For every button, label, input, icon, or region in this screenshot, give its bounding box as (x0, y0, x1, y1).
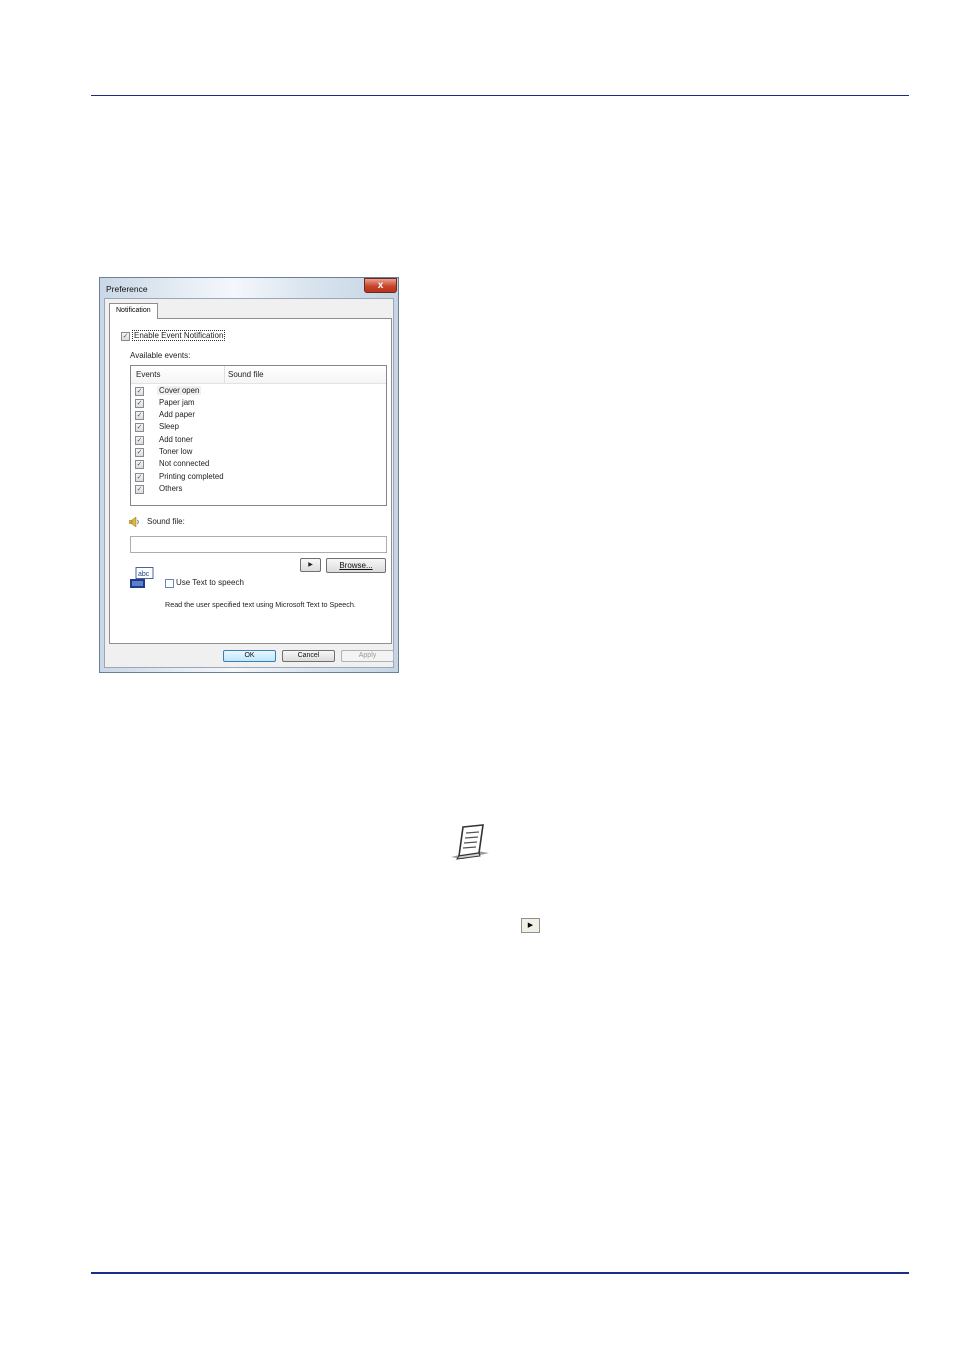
event-label: Not connected (159, 459, 210, 468)
play-icon: ▶ (308, 562, 313, 568)
event-checkbox[interactable]: ✓ (135, 485, 144, 494)
close-icon: x (377, 280, 384, 291)
sound-file-input[interactable] (130, 536, 387, 553)
event-label: Others (159, 484, 183, 493)
speaker-icon (129, 516, 139, 528)
event-row[interactable]: ✓ Sleep (131, 421, 386, 433)
event-checkbox[interactable]: ✓ (135, 411, 144, 420)
text-to-speech-description: Read the user specified text using Micro… (165, 600, 356, 609)
event-row[interactable]: ✓ Printing completed (131, 471, 386, 483)
event-label: Printing completed (159, 472, 224, 481)
event-label: Toner low (159, 447, 193, 456)
inline-play-button: ▶ (521, 918, 540, 933)
event-checkbox[interactable]: ✓ (135, 436, 144, 445)
tts-icon-text: abc (138, 571, 150, 578)
event-row[interactable]: ✓ Add toner (131, 434, 386, 446)
event-checkbox[interactable]: ✓ (135, 448, 144, 457)
dialog-client-area: Notification ✓ Enable Event Notification… (104, 298, 394, 668)
available-events-label: Available events: (130, 351, 191, 360)
text-to-speech-label[interactable]: Use Text to speech (176, 578, 244, 587)
event-checkbox[interactable]: ✓ (135, 399, 144, 408)
column-header-sound-file[interactable]: Sound file (228, 370, 264, 379)
enable-notification-label[interactable]: Enable Event Notification (132, 330, 226, 341)
text-to-speech-checkbox[interactable] (165, 579, 174, 588)
sound-file-label: Sound file: (147, 517, 185, 526)
browse-button[interactable]: Browse... (326, 558, 386, 573)
footer-rule (91, 1272, 909, 1274)
event-label: Cover open (157, 386, 202, 395)
apply-button[interactable]: Apply (341, 650, 394, 662)
enable-notification-checkbox[interactable]: ✓ (121, 332, 130, 341)
ok-button[interactable]: OK (223, 650, 276, 662)
event-label: Sleep (159, 422, 179, 431)
event-checkbox[interactable]: ✓ (135, 387, 144, 396)
event-label: Add paper (159, 410, 195, 419)
event-row[interactable]: ✓ Toner low (131, 446, 386, 458)
preference-dialog: Preference x Notification ✓ Enable Event… (99, 277, 399, 673)
note-icon (451, 824, 489, 860)
column-separator[interactable] (224, 366, 225, 383)
title-bar[interactable]: Preference x (100, 278, 398, 298)
event-row[interactable]: ✓ Others (131, 483, 386, 495)
event-label: Paper jam (159, 398, 195, 407)
event-row[interactable]: ✓ Not connected (131, 458, 386, 470)
dialog-title: Preference (106, 284, 148, 294)
event-label: Add toner (159, 435, 193, 444)
events-listbox[interactable]: Events Sound file ✓ Cover open ✓ Paper j… (130, 365, 387, 506)
text-to-speech-icon: abc (130, 567, 154, 588)
play-icon: ▶ (527, 922, 534, 929)
cancel-button[interactable]: Cancel (282, 650, 335, 662)
event-row[interactable]: ✓ Paper jam (131, 397, 386, 409)
tab-notification[interactable]: Notification (109, 303, 158, 319)
play-button[interactable]: ▶ (300, 558, 321, 572)
close-button[interactable]: x (364, 278, 397, 293)
list-header: Events Sound file (131, 366, 386, 384)
header-rule (91, 95, 909, 96)
event-checkbox[interactable]: ✓ (135, 473, 144, 482)
event-checkbox[interactable]: ✓ (135, 460, 144, 469)
event-row[interactable]: ✓ Add paper (131, 409, 386, 421)
notification-panel: ✓ Enable Event Notification Available ev… (109, 318, 392, 644)
event-checkbox[interactable]: ✓ (135, 423, 144, 432)
column-header-events[interactable]: Events (136, 370, 160, 379)
event-row[interactable]: ✓ Cover open (131, 385, 386, 397)
